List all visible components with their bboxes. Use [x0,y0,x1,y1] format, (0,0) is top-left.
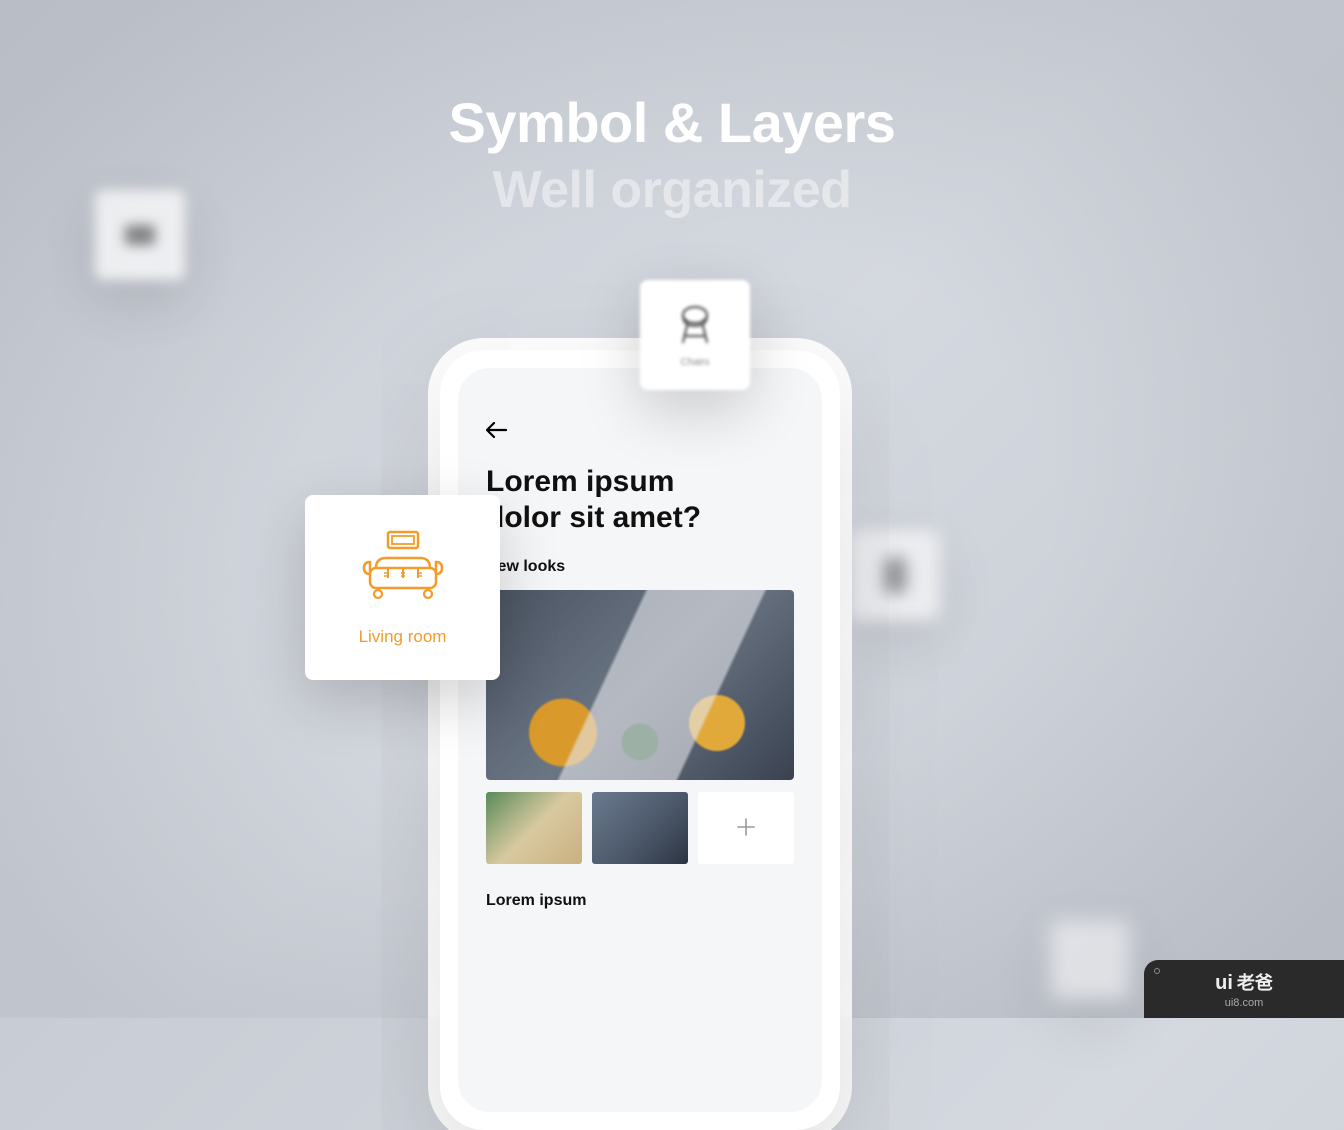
watermark-badge: ui 老爸 ui8.com [1144,960,1344,1018]
plus-icon [736,813,756,844]
category-card-blurred [95,190,185,280]
category-card-blurred [1050,920,1130,1000]
add-look-button[interactable] [698,792,794,864]
watermark-brand-cn: 老爸 [1237,969,1273,995]
chair-icon [672,302,718,353]
hero-subtitle: Well organized [0,160,1344,220]
look-thumbnail[interactable] [486,792,582,864]
watermark-brand-en: ui [1215,972,1233,995]
phone-mockup: Lorem ipsum dolor sit amet? New looks Lo… [440,350,840,1130]
category-label: Living room [359,627,447,647]
look-thumbnail[interactable] [592,792,688,864]
watermark-dot-icon [1154,968,1160,974]
sofa-icon [358,528,448,613]
thumbnail-row [486,792,794,864]
watermark-url: ui8.com [1225,997,1264,1009]
category-card-blurred [850,530,940,620]
phone-screen: Lorem ipsum dolor sit amet? New looks Lo… [458,368,822,1112]
category-card-chairs[interactable]: Chairs [640,280,750,390]
section-label-footer: Lorem ipsum [486,892,794,910]
screen-heading: Lorem ipsum dolor sit amet? [486,464,746,536]
watermark-brand: ui 老爸 [1215,969,1273,995]
section-label-new-looks: New looks [486,558,794,576]
look-hero-image[interactable] [486,590,794,780]
back-arrow-icon[interactable] [486,418,508,444]
category-label: Chairs [681,357,710,368]
category-card-living-room[interactable]: Living room [305,495,500,680]
hero-title: Symbol & Layers [0,90,1344,155]
